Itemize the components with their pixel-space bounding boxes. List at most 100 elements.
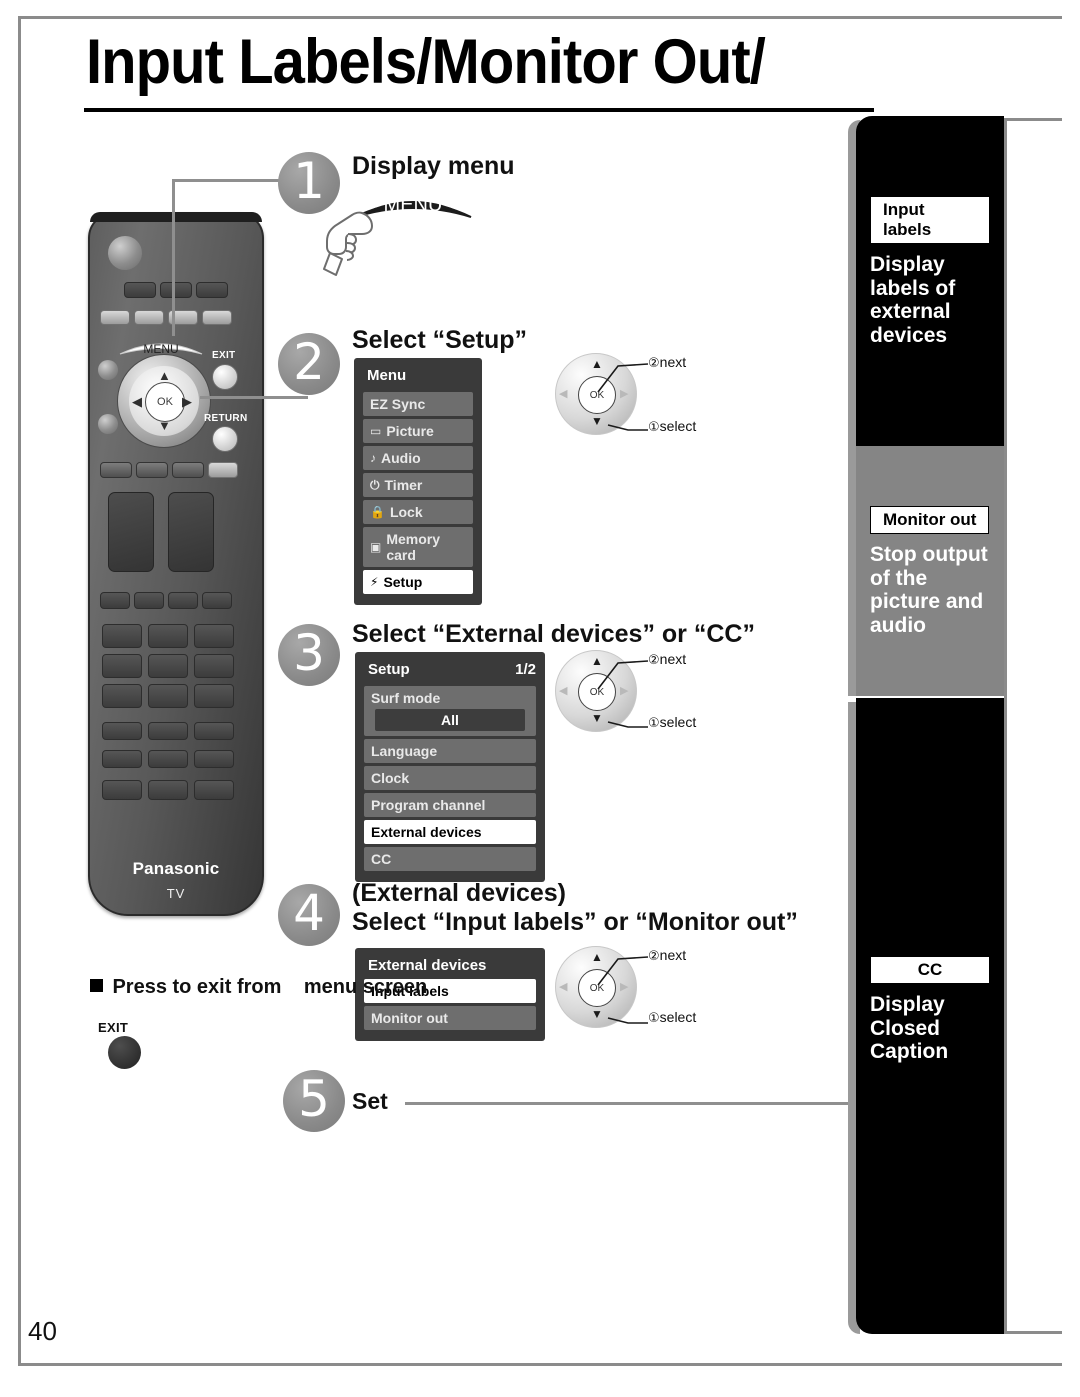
menu-panel-title: Menu [367,367,473,384]
remote-key [148,750,188,768]
menu-row-label: Memory card [386,531,441,563]
step-5-number: 5 [283,1070,345,1132]
remote-key [136,462,168,478]
menu-row-picture[interactable]: ▭ Picture [363,419,473,443]
step-1-number: 1 [278,152,340,214]
exit-button[interactable] [108,1036,141,1069]
sidebar-text-input-labels: Display labels of external devices [870,253,956,347]
sidebar-badge-input-labels: Input labels [870,196,990,244]
remote-channel-rocker [108,492,154,572]
dpad-left-arrow[interactable]: ◀ [559,982,567,993]
exit-note: Press to exit from menu screen [90,976,427,1000]
menu-row-lock[interactable]: 🔒 Lock [363,500,473,524]
remote-key [124,282,156,298]
remote-left-arrow: ◀ [132,394,142,409]
remote-key [102,750,142,768]
dpad-next-number: ② [648,652,660,667]
setup-row-label: Surf mode [371,690,441,706]
dpad-left-arrow[interactable]: ◀ [559,389,567,400]
dpad-next-label: next [659,947,687,963]
setup-row-program-channel[interactable]: Program channel [364,793,536,817]
step-3-number: 3 [278,624,340,686]
setup-row-label: CC [371,851,392,867]
page-frame-top [18,16,1062,19]
external-devices-panel-title: External devices [368,957,536,974]
dpad-select-caption: ①select [648,1009,696,1026]
setup-panel-page: 1/2 [515,661,536,678]
remote-key [100,310,130,325]
menu-row-timer[interactable]: ⏻ Timer [363,473,473,497]
remote-key [194,684,234,708]
menu-row-label: EZ Sync [370,396,426,412]
setup-row-surf-mode-value[interactable]: All [375,709,525,731]
remote-exit-button [212,364,238,390]
dpad-next-label: next [659,651,687,667]
setup-plug-icon: ⚡ [370,575,379,589]
remote-volume-rocker [168,492,214,572]
dpad-next-caption: ②next [648,947,686,964]
dpad-next-number: ② [648,355,660,370]
remote-key [102,624,142,648]
remote-down-arrow: ▼ [158,418,171,433]
sidebar-badge-monitor-out: Monitor out [870,506,990,534]
remote-key [168,592,198,609]
remote-return-label: RETURN [204,413,248,424]
dpad-next-label: next [659,354,687,370]
pointing-hand-icon [322,207,380,279]
setup-row-clock[interactable]: Clock [364,766,536,790]
menu-row-label: Setup [383,574,423,590]
remote-top-edge [90,212,262,222]
lock-icon: 🔒 [370,505,385,519]
remote-power-button [108,236,142,270]
setup-row-external-devices[interactable]: External devices [364,820,536,844]
setup-row-label: External devices [371,824,482,840]
remote-key [194,654,234,678]
title-underline [84,108,874,112]
remote-key [102,722,142,740]
memory-card-icon: ▣ [370,540,382,554]
remote-key [100,592,130,609]
setup-row-cc[interactable]: CC [364,847,536,871]
manual-page: Input Labels/Monitor Out/ MENU OK ▲ ▼ ◀ … [0,0,1080,1397]
dpad-select-number: ① [648,419,660,434]
setup-row-label: Program channel [371,797,486,813]
power-timer-icon: ⏻ [370,478,380,492]
remote-key [148,624,188,648]
sidebar-text-cc: Display Closed Caption [870,993,949,1064]
setup-row-label: Language [371,743,438,759]
setup-row-surf-mode[interactable]: Surf mode All [364,686,536,736]
menu-row-ezsync[interactable]: EZ Sync [363,392,473,416]
external-row-monitor-out[interactable]: Monitor out [364,1006,536,1030]
dpad-left-arrow[interactable]: ◀ [559,686,567,697]
menu-row-setup[interactable]: ⚡ Setup [363,570,473,594]
leader-line-step1-vertical [172,179,175,336]
page-frame-bottom [18,1363,1062,1366]
page-title: Input Labels/Monitor Out/ [86,27,766,97]
remote-right-arrow: ▶ [182,394,192,409]
step-4-title-line1: (External devices) [352,879,566,907]
remote-side-button [98,360,118,380]
setup-row-label: Clock [371,770,410,786]
menu-row-memory-card[interactable]: ▣ Memory card [363,527,473,567]
remote-key [102,684,142,708]
setup-row-language[interactable]: Language [364,739,536,763]
remote-key [102,654,142,678]
remote-key [134,310,164,325]
menu-row-audio[interactable]: ♪ Audio [363,446,473,470]
menu-row-label: Lock [389,504,423,520]
page-frame-left [18,16,21,1366]
external-row-label: Monitor out [371,1010,448,1026]
remote-key [196,282,228,298]
remote-key [172,462,204,478]
dpad-select-number: ① [648,715,660,730]
menu-panel-title-text: Menu [367,367,407,384]
sidebar-text-monitor-out: Stop output of the picture and audio [870,543,988,637]
remote-key [208,462,238,478]
step-2-title: Select “Setup” [352,326,528,354]
remote-device-label: TV [166,886,186,901]
menu-row-label: Picture [386,423,434,439]
step-2-number: 2 [278,333,340,395]
remote-return-button [212,426,238,452]
dpad-next-caption: ②next [648,354,686,371]
remote-key [148,780,188,800]
